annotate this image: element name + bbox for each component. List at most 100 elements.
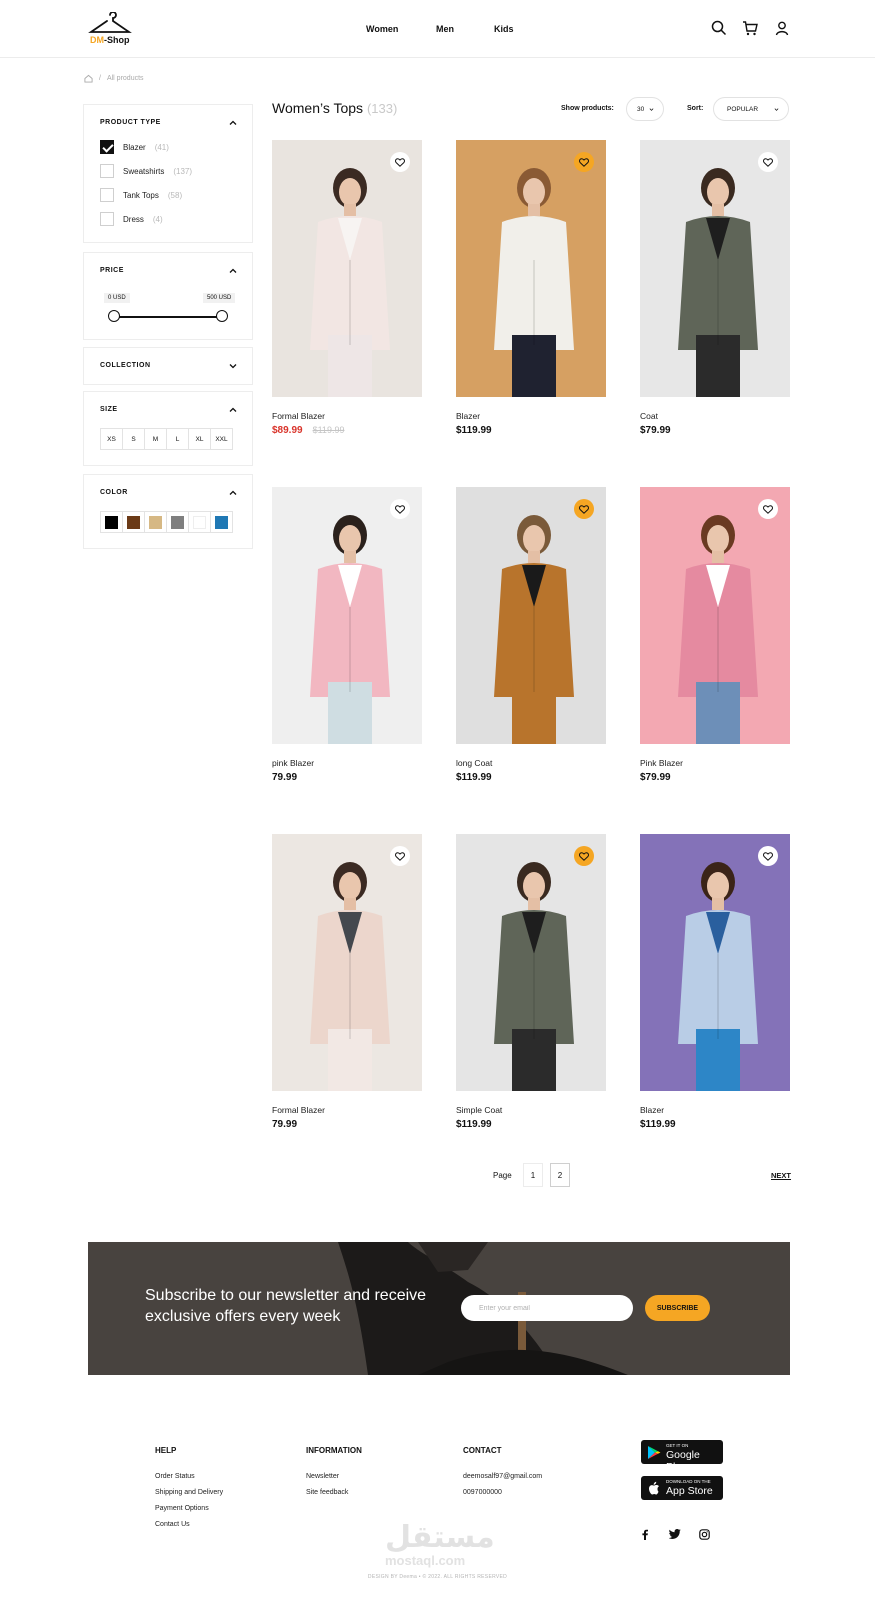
- filter-option-tank-tops[interactable]: Tank Tops (58): [100, 188, 182, 202]
- checkbox[interactable]: [100, 164, 114, 178]
- product-card[interactable]: long Coat $119.99: [456, 487, 606, 787]
- product-name[interactable]: Simple Coat: [456, 1105, 502, 1115]
- chevron-up-icon[interactable]: [228, 266, 238, 276]
- cart-icon[interactable]: [742, 20, 760, 38]
- instagram-icon[interactable]: [697, 1527, 711, 1541]
- chevron-up-icon[interactable]: [228, 405, 238, 415]
- chevron-up-icon[interactable]: [228, 488, 238, 498]
- size-m[interactable]: M: [144, 428, 167, 450]
- footer-link-site-feedback[interactable]: Site feedback: [306, 1489, 348, 1496]
- price-slider-max-handle[interactable]: [216, 310, 228, 322]
- product-image[interactable]: [456, 140, 606, 397]
- footer-link-payment[interactable]: Payment Options: [155, 1505, 209, 1512]
- subscribe-button[interactable]: SUBSCRIBE: [645, 1295, 710, 1321]
- color-swatch[interactable]: [210, 511, 233, 533]
- logo-text: DM-Shop: [90, 35, 130, 45]
- price-slider-min-handle[interactable]: [108, 310, 120, 322]
- heart-icon[interactable]: [390, 152, 410, 172]
- next-page-link[interactable]: NEXT: [771, 1171, 791, 1180]
- size-xl[interactable]: XL: [188, 428, 211, 450]
- size-xs[interactable]: XS: [100, 428, 123, 450]
- twitter-icon[interactable]: [668, 1527, 682, 1541]
- size-s[interactable]: S: [122, 428, 145, 450]
- footer-contact-email[interactable]: deemosalf97@gmail.com: [463, 1473, 542, 1480]
- product-card[interactable]: Blazer $119.99: [640, 834, 790, 1134]
- product-card[interactable]: pink Blazer 79.99: [272, 487, 422, 787]
- product-image[interactable]: [272, 487, 422, 744]
- product-image[interactable]: [456, 487, 606, 744]
- color-swatch[interactable]: [188, 511, 211, 533]
- product-card[interactable]: Simple Coat $119.99: [456, 834, 606, 1134]
- size-options: XS S M L XL XXL: [100, 428, 233, 450]
- footer-link-newsletter[interactable]: Newsletter: [306, 1473, 339, 1480]
- chevron-up-icon[interactable]: [228, 118, 238, 128]
- page-1-button[interactable]: 1: [523, 1163, 543, 1187]
- color-swatch-fill: [105, 515, 118, 529]
- size-xxl[interactable]: XXL: [210, 428, 233, 450]
- product-name[interactable]: pink Blazer: [272, 758, 314, 768]
- heart-icon[interactable]: [574, 499, 594, 519]
- product-card[interactable]: Pink Blazer $79.99: [640, 487, 790, 787]
- color-swatch[interactable]: [100, 511, 123, 533]
- sort-select[interactable]: POPULAR: [713, 97, 789, 121]
- product-name[interactable]: Coat: [640, 411, 658, 421]
- filter-collection[interactable]: COLLECTION: [83, 347, 253, 385]
- product-name[interactable]: Blazer: [456, 411, 480, 421]
- footer-contact-phone[interactable]: 0097000000: [463, 1489, 502, 1496]
- heart-icon[interactable]: [758, 152, 778, 172]
- product-image[interactable]: [456, 834, 606, 1091]
- heart-icon[interactable]: [758, 499, 778, 519]
- product-name[interactable]: Blazer: [640, 1105, 664, 1115]
- newsletter-email-input[interactable]: [461, 1295, 633, 1321]
- checkbox-checked[interactable]: [100, 140, 114, 154]
- footer-link-shipping[interactable]: Shipping and Delivery: [155, 1489, 223, 1496]
- show-products-select[interactable]: 30: [626, 97, 664, 121]
- product-image[interactable]: [640, 834, 790, 1091]
- app-store-button[interactable]: Download on the App Store: [641, 1476, 723, 1500]
- product-name[interactable]: Pink Blazer: [640, 758, 683, 768]
- filter-option-sweatshirts[interactable]: Sweatshirts (137): [100, 164, 192, 178]
- home-icon[interactable]: [84, 74, 93, 83]
- product-card[interactable]: Formal Blazer $89.99 $119.99: [272, 140, 422, 440]
- user-icon[interactable]: [774, 20, 792, 38]
- footer-link-contact-us[interactable]: Contact Us: [155, 1521, 190, 1528]
- heart-icon[interactable]: [574, 846, 594, 866]
- heart-icon[interactable]: [574, 152, 594, 172]
- filter-option-dress[interactable]: Dress (4): [100, 212, 163, 226]
- heart-icon[interactable]: [758, 846, 778, 866]
- nav-women[interactable]: Women: [366, 24, 398, 34]
- color-swatch[interactable]: [144, 511, 167, 533]
- filter-title: PRICE: [100, 267, 124, 274]
- search-icon[interactable]: [711, 20, 729, 38]
- product-card[interactable]: Blazer $119.99: [456, 140, 606, 440]
- google-play-button[interactable]: GET IT ON Google Play: [641, 1440, 723, 1473]
- product-card[interactable]: Coat $79.99: [640, 140, 790, 440]
- product-image[interactable]: [272, 834, 422, 1091]
- nav-men[interactable]: Men: [436, 24, 454, 34]
- filter-option-blazer[interactable]: Blazer (41): [100, 140, 169, 154]
- color-swatch[interactable]: [122, 511, 145, 533]
- footer-link-order-status[interactable]: Order Status: [155, 1473, 195, 1480]
- price-min: 0 USD: [104, 293, 130, 303]
- product-name[interactable]: long Coat: [456, 758, 492, 768]
- product-card[interactable]: Formal Blazer 79.99: [272, 834, 422, 1134]
- heart-icon[interactable]: [390, 499, 410, 519]
- page-2-button[interactable]: 2: [550, 1163, 570, 1187]
- color-swatch[interactable]: [166, 511, 189, 533]
- product-name[interactable]: Formal Blazer: [272, 1105, 325, 1115]
- product-image[interactable]: [272, 140, 422, 397]
- logo[interactable]: DM-Shop: [86, 12, 136, 46]
- product-name[interactable]: Formal Blazer: [272, 411, 325, 421]
- product-image[interactable]: [640, 140, 790, 397]
- size-l[interactable]: L: [166, 428, 189, 450]
- breadcrumb-current[interactable]: All products: [107, 75, 144, 82]
- heart-icon[interactable]: [390, 846, 410, 866]
- nav-kids[interactable]: Kids: [494, 24, 514, 34]
- watermark-arabic: مستقل: [385, 1520, 495, 1555]
- product-image[interactable]: [640, 487, 790, 744]
- price-slider-track[interactable]: [114, 316, 222, 318]
- checkbox[interactable]: [100, 212, 114, 226]
- chevron-down-icon[interactable]: [228, 361, 238, 371]
- facebook-icon[interactable]: [638, 1527, 652, 1541]
- checkbox[interactable]: [100, 188, 114, 202]
